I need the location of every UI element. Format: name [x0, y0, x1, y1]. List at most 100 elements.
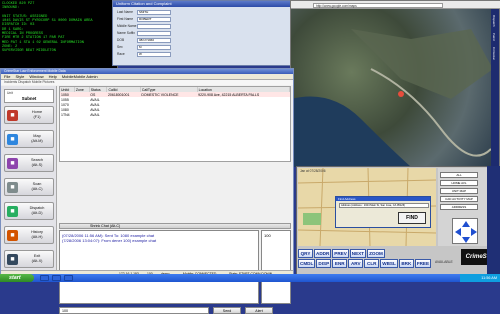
nav-button-exit[interactable]: ■ Exit (Alt-X) — [4, 250, 54, 268]
send-button[interactable]: Send — [213, 307, 241, 314]
nav-button-text: Exit (Alt-X) — [21, 254, 53, 264]
find-address-dialog[interactable]: Find Address Address (Address : 1024 Mai… — [335, 196, 431, 228]
browser-side-tab[interactable]: Patrol — [492, 33, 496, 41]
avl-command-button[interactable]: CLR — [364, 259, 380, 268]
avl-side-button[interactable]: UNIT MAP — [440, 188, 478, 194]
form-field[interactable] — [137, 24, 171, 29]
nav-button-shortcut: (F1) — [33, 115, 41, 119]
right-side-toolbar[interactable] — [487, 166, 500, 276]
form-field[interactable]: M — [137, 45, 171, 50]
nav-button-map[interactable]: ■ Map (Alt-M) — [4, 130, 54, 148]
browser-side-tab[interactable]: Dispatch — [492, 15, 496, 27]
nav-button-search[interactable]: ■ Search (Alt-S) — [4, 154, 54, 172]
table-cell — [140, 112, 197, 117]
terminal-window[interactable]: CLOCKED 820 PZ7 INBOUND: UNIT STATUS: ASS… — [0, 0, 118, 70]
menu-item[interactable]: Style — [15, 74, 24, 79]
browser-address-bar: http://www.google.com/maps — [291, 1, 500, 9]
find-dialog-title: Find Address — [336, 197, 430, 201]
avl-side-button[interactable]: HOME AVL — [440, 180, 478, 186]
browser-side-tab[interactable]: Crimestar — [492, 47, 496, 60]
form-field[interactable]: W — [137, 52, 171, 57]
menu-item[interactable]: Window — [29, 74, 43, 79]
url-input[interactable]: http://www.google.com/maps — [313, 2, 443, 8]
browser-window[interactable]: http://www.google.com/maps Dispatch Patro… — [290, 0, 500, 167]
avl-command-button[interactable]: CMDL — [298, 259, 316, 268]
form-label: Last Name — [117, 10, 133, 14]
table-row[interactable]: 1050 OS 20618001001 DOMESTIC VIOLENCE 9220-9… — [60, 92, 290, 97]
incident-table[interactable]: Unit# Zone Status CallId CallType Location 10… — [59, 86, 291, 162]
citation-form-window[interactable]: Uniform Citation and Complaint Last Name… — [112, 0, 292, 66]
mobile-data-window[interactable]: CrimeStar Law Enforcement Mobile Data Fi… — [0, 68, 294, 314]
table-row[interactable]: 1TN4 AVAIL — [60, 112, 290, 117]
avl-command-button[interactable]: ENR — [332, 259, 348, 268]
shrink-chat-button[interactable]: Shrink Chat (Alt-C) — [59, 223, 291, 229]
avl-command-button[interactable]: DISP — [316, 259, 332, 268]
alert-button[interactable]: Alert — [245, 307, 273, 314]
nav-button-dispatch[interactable]: ■ Dispatch (Alt-D) — [4, 202, 54, 220]
address-field[interactable]: Address (Address : 1024 Main St, San Jos… — [339, 203, 429, 208]
satellite-map[interactable] — [291, 9, 493, 167]
avl-command-button[interactable]: ADDR — [314, 249, 332, 258]
nav-button-text: Search (Alt-S) — [21, 158, 53, 168]
form-label: Race — [117, 52, 125, 56]
nav-button-scan[interactable]: ■ Scan (Alt-C) — [4, 178, 54, 196]
arrows-icon — [455, 221, 477, 243]
avl-side-button[interactable]: CAD ACTIVITY MAP — [440, 196, 478, 202]
taskbar-app-ie[interactable] — [40, 275, 49, 281]
avl-command-button[interactable]: ZOOM — [367, 249, 385, 258]
avl-command-button[interactable]: FREE — [414, 259, 432, 268]
nav-button-home[interactable]: ■ Home (F1) — [4, 106, 54, 124]
avl-command-button[interactable]: PREV — [332, 249, 349, 258]
avl-side-button[interactable]: ALL — [440, 172, 478, 178]
available-label: AVAILABLE — [435, 260, 453, 264]
nav-button-shortcut: (Alt-M) — [31, 139, 43, 143]
nav-button-text: History (Alt-H) — [21, 230, 53, 240]
avl-command-row-2: CMDL DISP ENR ARV CLR WBSL BRK FREE — [298, 259, 432, 268]
nav-button-text: Dispatch (Alt-D) — [21, 206, 53, 216]
exit-icon: ■ — [7, 254, 18, 265]
unit-label: Unit — [7, 91, 13, 95]
chat-recipients[interactable]: 100 — [261, 230, 291, 304]
satellite-map-terrain — [291, 29, 493, 167]
form-label: Middle Name — [117, 24, 137, 28]
avl-command-button[interactable]: NEXT — [349, 249, 367, 258]
system-clock: 11:56 AM — [460, 274, 500, 282]
avl-window[interactable]: Jan at 07/28/2006 Find Address Address (… — [296, 166, 500, 276]
menu-item[interactable]: MobileMobile Admin — [62, 74, 98, 79]
taskbar: start 11:56 AM — [0, 274, 500, 282]
nav-button-history[interactable]: ■ History (Alt-H) — [4, 226, 54, 244]
form-field[interactable]: ROBERT — [137, 17, 171, 22]
form-field[interactable]: SMITH — [137, 10, 171, 15]
avl-command-button[interactable]: BRK — [398, 259, 414, 268]
start-button[interactable]: start — [0, 274, 34, 282]
mobile-tabs[interactable]: Incidents Dispatch Mobile Pictures — [1, 80, 293, 85]
avl-command-button[interactable]: WBSL — [380, 259, 398, 268]
map-header: Jan at 07/28/2006 — [300, 169, 326, 173]
form-label: Name Suffix — [117, 31, 135, 35]
form-field[interactable]: 08/17/1960 — [137, 38, 171, 43]
table-cell — [107, 112, 140, 117]
avl-command-button[interactable]: ARV — [348, 259, 364, 268]
menu-item[interactable]: Help — [49, 74, 57, 79]
ocean-area — [291, 96, 411, 167]
unit-box: Unit Subnet — [4, 89, 54, 103]
avl-command-button[interactable]: QRY — [298, 249, 313, 258]
form-label: DOB — [117, 38, 125, 42]
map-marker[interactable] — [398, 91, 404, 97]
mountain-area — [351, 29, 493, 99]
chat-input[interactable]: 100 — [59, 307, 209, 314]
browser-side-toolbar[interactable]: Dispatch Patrol Crimestar — [491, 9, 499, 167]
park-area — [303, 213, 321, 225]
table-cell: 1TN4 — [61, 112, 70, 117]
find-button[interactable]: FIND — [398, 212, 426, 224]
form-field[interactable] — [137, 31, 171, 36]
direction-pad[interactable] — [452, 218, 478, 244]
street-map[interactable]: Jan at 07/28/2006 Find Address Address (… — [298, 168, 436, 246]
taskbar-app-terminal[interactable] — [64, 275, 73, 281]
menu-item[interactable]: File — [4, 74, 10, 79]
avl-command-row-1: QRY ADDR PREV NEXT ZOOM — [298, 249, 385, 258]
form-label: First Name — [117, 17, 134, 21]
history-icon: ■ — [7, 230, 18, 241]
avl-side-button[interactable]: ADDRESS — [440, 204, 478, 210]
taskbar-app-mobile[interactable] — [52, 275, 61, 281]
